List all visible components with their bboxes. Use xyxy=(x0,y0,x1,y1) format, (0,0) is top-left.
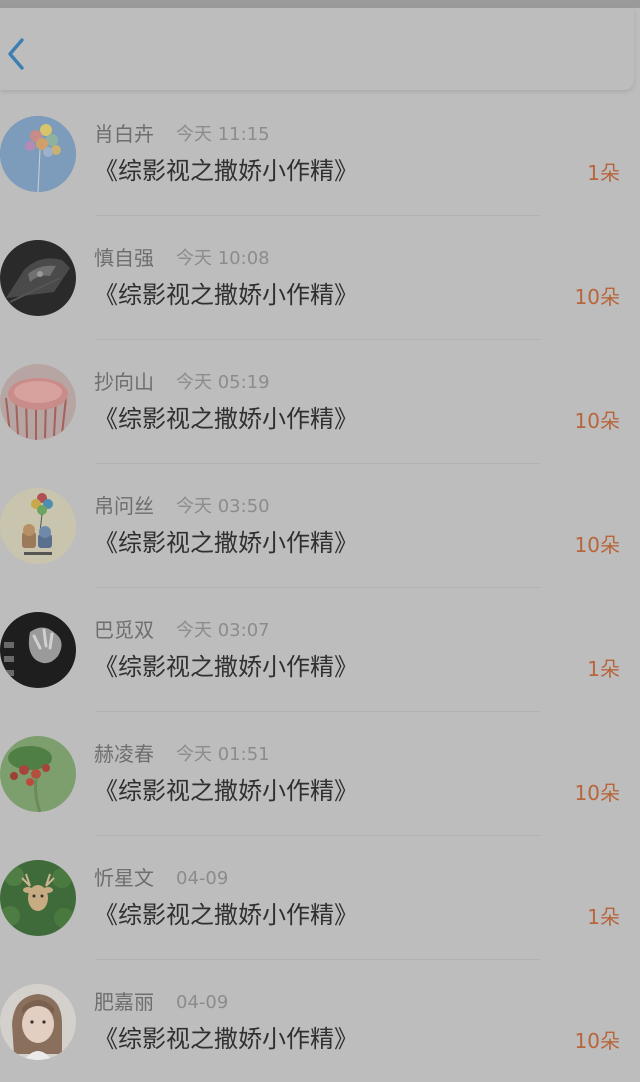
avatar xyxy=(0,984,76,1060)
send-time: 今天 03:50 xyxy=(176,496,270,517)
car-dark-avatar-image xyxy=(0,240,76,316)
flower-amount: 1朵 xyxy=(587,657,620,681)
list-item[interactable]: 赫凌春 今天 01:51 《综影视之撒娇小作精》 10朵 xyxy=(0,712,640,836)
send-time: 今天 05:19 xyxy=(176,372,270,393)
send-time: 04-09 xyxy=(176,992,229,1013)
book-title: 《综影视之撒娇小作精》 xyxy=(94,1025,358,1053)
flower-amount: 10朵 xyxy=(574,533,620,557)
book-title: 《综影视之撒娇小作精》 xyxy=(94,529,358,557)
screen: 肖白卉 今天 11:15 《综影视之撒娇小作精》 1朵 慎自强 今天 10:08… xyxy=(0,0,640,1082)
girl-portrait-avatar-image xyxy=(0,984,76,1060)
book-title: 《综影视之撒娇小作精》 xyxy=(94,653,358,681)
avatar xyxy=(0,612,76,688)
hands-dark-avatar-image xyxy=(0,612,76,688)
avatar xyxy=(0,364,76,440)
cartoon-balloons-avatar-image xyxy=(0,488,76,564)
list-item[interactable]: 慎自强 今天 10:08 《综影视之撒娇小作精》 10朵 xyxy=(0,216,640,340)
flower-amount: 10朵 xyxy=(574,781,620,805)
avatar xyxy=(0,488,76,564)
pink-dish-avatar-image xyxy=(0,364,76,440)
avatar xyxy=(0,116,76,192)
send-time: 今天 01:51 xyxy=(176,744,270,765)
list-item[interactable]: 忻星文 04-09 《综影视之撒娇小作精》 1朵 xyxy=(0,836,640,960)
book-title: 《综影视之撒娇小作精》 xyxy=(94,901,358,929)
avatar xyxy=(0,736,76,812)
book-title: 《综影视之撒娇小作精》 xyxy=(94,405,358,433)
strawberries-avatar-image xyxy=(0,736,76,812)
sender-name: 肥嘉丽 xyxy=(94,990,154,1014)
list-item[interactable]: 抄向山 今天 05:19 《综影视之撒娇小作精》 10朵 xyxy=(0,340,640,464)
sender-name: 抄向山 xyxy=(94,370,154,394)
top-nav-bar xyxy=(0,8,634,90)
flower-amount: 10朵 xyxy=(574,285,620,309)
chevron-left-icon xyxy=(8,38,24,70)
flower-amount: 1朵 xyxy=(587,161,620,185)
flower-amount: 10朵 xyxy=(574,1029,620,1053)
flower-amount: 1朵 xyxy=(587,905,620,929)
book-title: 《综影视之撒娇小作精》 xyxy=(94,777,358,805)
send-time: 今天 10:08 xyxy=(176,248,270,269)
list-item[interactable]: 肥嘉丽 04-09 《综影视之撒娇小作精》 10朵 xyxy=(0,960,640,1082)
back-button[interactable] xyxy=(2,34,30,74)
send-time: 今天 03:07 xyxy=(176,620,270,641)
flower-amount: 10朵 xyxy=(574,409,620,433)
sender-name: 赫凌春 xyxy=(94,742,154,766)
sender-name: 帛问丝 xyxy=(94,494,154,518)
list-item[interactable]: 帛问丝 今天 03:50 《综影视之撒娇小作精》 10朵 xyxy=(0,464,640,588)
sender-name: 巴觅双 xyxy=(94,618,154,642)
list-item[interactable]: 肖白卉 今天 11:15 《综影视之撒娇小作精》 1朵 xyxy=(0,92,640,216)
deer-leaves-avatar-image xyxy=(0,860,76,936)
book-title: 《综影视之撒娇小作精》 xyxy=(94,281,358,309)
send-time: 今天 11:15 xyxy=(176,124,270,145)
avatar xyxy=(0,240,76,316)
balloons-avatar-image xyxy=(0,116,76,192)
sender-name: 忻星文 xyxy=(94,866,154,890)
sender-name: 肖白卉 xyxy=(94,122,154,146)
list-item[interactable]: 巴觅双 今天 03:07 《综影视之撒娇小作精》 1朵 xyxy=(0,588,640,712)
sender-name: 慎自强 xyxy=(94,246,154,270)
status-bar-strip xyxy=(0,0,640,8)
book-title: 《综影视之撒娇小作精》 xyxy=(94,157,358,185)
gift-record-list: 肖白卉 今天 11:15 《综影视之撒娇小作精》 1朵 慎自强 今天 10:08… xyxy=(0,92,640,1082)
avatar xyxy=(0,860,76,936)
send-time: 04-09 xyxy=(176,868,229,889)
